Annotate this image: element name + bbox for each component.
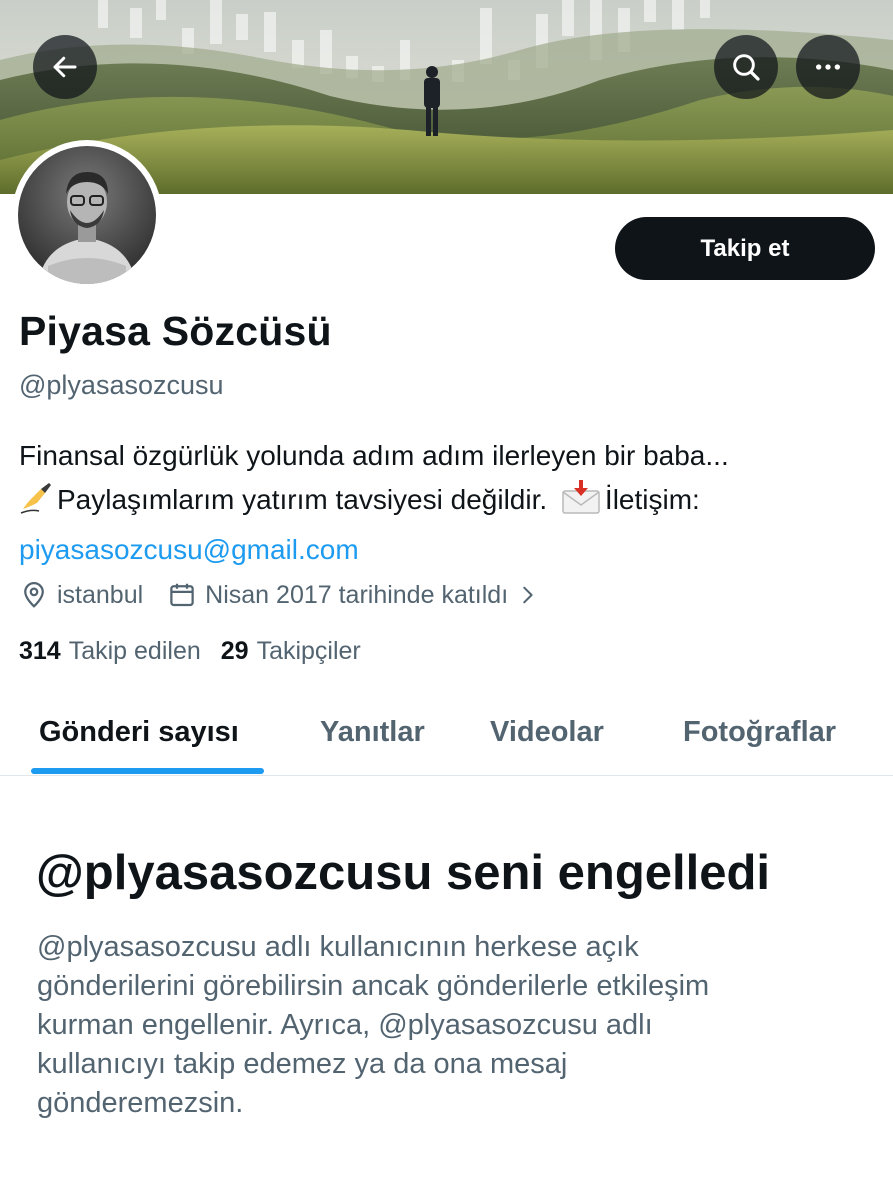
arrow-left-icon xyxy=(53,56,77,78)
calendar-icon xyxy=(170,583,194,607)
blocked-description: @plyasasozcusu adlı kullanıcının herkese… xyxy=(37,928,857,1123)
location-label: istanbul xyxy=(57,580,144,609)
blocked-title: @plyasasozcusu seni engelledi xyxy=(36,846,771,900)
active-tab-indicator xyxy=(31,768,264,774)
profile-meta: istanbul Nisan 2017 tarihinde katıldı xyxy=(19,575,538,615)
followers-link[interactable]: 29 Takipçiler xyxy=(221,637,361,666)
writing-hand-emoji-icon xyxy=(19,481,53,528)
more-horizontal-icon xyxy=(816,64,840,70)
join-date[interactable]: Nisan 2017 tarihinde katıldı xyxy=(167,580,538,610)
bio-line-1: Finansal özgürlük yolunda adım adım iler… xyxy=(19,440,729,471)
follow-stats: 314 Takip edilen 29 Takipçiler xyxy=(19,637,361,666)
tabs-divider xyxy=(0,775,893,776)
profile-bio: Finansal özgürlük yolunda adım adım iler… xyxy=(19,434,879,572)
bio-disclaimer: Paylaşımlarım yatırım tavsiyesi değildir… xyxy=(57,484,548,515)
bio-email-link[interactable]: piyasasozcusu@gmail.com xyxy=(19,528,879,572)
back-button[interactable] xyxy=(33,35,97,99)
following-label: Takip edilen xyxy=(68,637,201,665)
blocked-text-line: gönderilerini görebilirsin ancak gönderi… xyxy=(37,970,710,1002)
display-name: Piyasa Sözcüsü xyxy=(19,308,332,354)
follow-button[interactable]: Takip et xyxy=(615,217,875,280)
avatar-photo xyxy=(18,146,156,284)
blocked-text-line: kurman engellenir. Ayrıca, @plyasasozcus… xyxy=(37,1009,653,1041)
profile-handle: @plyasasozcusu xyxy=(19,370,224,400)
tab-photos[interactable]: Fotoğraflar xyxy=(683,692,836,772)
tab-replies[interactable]: Yanıtlar xyxy=(320,692,425,772)
profile-page: Takip et Piyasa Sözcüsü @plyasasozcusu F… xyxy=(0,0,893,1200)
blocked-text-line: @plyasasozcusu adlı kullanıcının herkese… xyxy=(37,931,639,963)
profile-tabs: Gönderi sayısı Yanıtlar Videolar Fotoğra… xyxy=(0,692,893,776)
more-button[interactable] xyxy=(796,35,860,99)
location: istanbul xyxy=(19,580,143,610)
search-button[interactable] xyxy=(714,35,778,99)
blocked-text-line: kullanıcıyı takip edemez ya da ona mesaj xyxy=(37,1048,568,1080)
search-icon xyxy=(733,54,760,81)
followers-label: Takipçiler xyxy=(256,637,361,665)
tab-posts[interactable]: Gönderi sayısı xyxy=(39,692,239,772)
tab-videos[interactable]: Videolar xyxy=(490,692,604,772)
bio-contact-label: İletişim: xyxy=(604,484,700,515)
join-date-label: Nisan 2017 tarihinde katıldı xyxy=(205,580,509,609)
avatar[interactable] xyxy=(12,140,162,290)
location-pin-icon xyxy=(24,582,44,608)
following-count: 314 xyxy=(19,637,61,665)
followers-count: 29 xyxy=(220,637,249,665)
chevron-right-icon xyxy=(523,586,533,604)
envelope-with-arrow-emoji-icon xyxy=(561,479,601,528)
blocked-text-line: gönderemezsin. xyxy=(37,1087,244,1119)
following-link[interactable]: 314 Takip edilen xyxy=(19,637,201,666)
bio-line-2: Paylaşımlarım yatırım tavsiyesi değildir… xyxy=(19,478,879,528)
